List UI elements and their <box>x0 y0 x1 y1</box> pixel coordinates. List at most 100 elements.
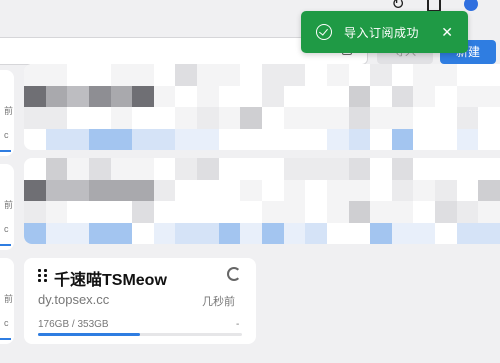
mosaic-tile <box>153 201 176 223</box>
mosaic-tile <box>456 179 479 202</box>
mosaic-tile <box>478 179 500 202</box>
mosaic-tile <box>391 158 414 180</box>
mosaic-tile <box>305 158 328 180</box>
mosaic-tile <box>413 201 436 223</box>
mosaic-tile <box>153 179 176 202</box>
mosaic-tile <box>391 64 414 86</box>
mosaic-tile <box>478 158 500 180</box>
mosaic-tile <box>67 201 90 223</box>
close-icon[interactable]: ✕ <box>441 24 453 41</box>
toast-message: 导入订阅成功 <box>344 25 420 40</box>
mosaic-tile <box>175 158 198 180</box>
mosaic-tile <box>456 158 479 180</box>
card-progress-bar <box>0 244 11 246</box>
mosaic-tile <box>283 222 306 244</box>
mosaic-tile <box>24 179 47 202</box>
updated-time: 几秒前 <box>202 296 235 308</box>
mosaic-tile <box>370 64 393 86</box>
mosaic-tile <box>88 64 112 86</box>
mosaic-tile <box>456 222 479 244</box>
mosaic-tile <box>175 64 198 86</box>
mosaic-tile <box>478 107 500 129</box>
mosaic-tile <box>110 107 133 129</box>
mosaic-tile <box>305 107 328 129</box>
mosaic-tile <box>283 107 306 129</box>
mosaic-tile <box>110 222 133 244</box>
mosaic-tile <box>262 85 285 108</box>
mosaic-tile <box>326 107 350 129</box>
mosaic-tile <box>435 201 458 223</box>
mosaic-tile <box>435 222 458 244</box>
mosaic-tile <box>132 222 155 244</box>
mosaic-tile <box>456 107 479 129</box>
mosaic-tile <box>153 158 176 180</box>
mosaic-tile <box>88 107 112 129</box>
mosaic-tile <box>413 107 436 129</box>
mosaic-tile <box>110 128 133 150</box>
mosaic-tile <box>24 85 47 108</box>
card-time-fragment: 前 <box>4 200 14 210</box>
mosaic-tile <box>132 201 155 223</box>
card-url-fragment: c <box>4 224 9 234</box>
profile-card-partial[interactable]: 前 c <box>0 164 14 250</box>
mosaic-tile <box>88 158 112 180</box>
mosaic-tile <box>283 158 306 180</box>
mosaic-tile <box>370 201 393 223</box>
mosaic-tile <box>305 201 328 223</box>
mosaic-tile <box>262 64 285 86</box>
success-toast: 导入订阅成功 ✕ <box>301 11 468 53</box>
mosaic-tile <box>370 107 393 129</box>
mosaic-tile <box>262 179 285 202</box>
card-url-fragment: c <box>4 130 9 140</box>
avatar-icon[interactable] <box>464 0 478 11</box>
mosaic-tile <box>413 158 436 180</box>
mosaic-tile <box>478 201 500 223</box>
mosaic-tile <box>153 85 176 108</box>
mosaic-tile <box>478 85 500 108</box>
mosaic-tile <box>391 128 414 150</box>
mosaic-tile <box>456 85 479 108</box>
mosaic-tile <box>110 201 133 223</box>
mosaic-tile <box>175 128 198 150</box>
mosaic-tile <box>262 158 285 180</box>
mosaic-tile <box>240 85 263 108</box>
mosaic-tile <box>370 128 393 150</box>
mosaic-tile <box>24 64 47 86</box>
mosaic-tile <box>24 107 47 129</box>
mosaic-tile <box>478 64 500 86</box>
mosaic-tile <box>326 158 350 180</box>
mosaic-tile <box>218 128 241 150</box>
mosaic-tile <box>67 179 90 202</box>
mosaic-tile <box>348 158 371 180</box>
profile-card-partial[interactable]: 前 c <box>0 258 14 344</box>
mosaic-tile <box>348 107 371 129</box>
mosaic-tile <box>153 107 176 129</box>
profile-card[interactable]: 千速喵TSMeow dy.topsex.cc 几秒前 176GB / 353GB… <box>24 258 256 344</box>
check-circle-icon <box>316 24 332 40</box>
mosaic-tile <box>24 128 47 150</box>
mosaic-tile <box>370 85 393 108</box>
mosaic-tile <box>218 201 241 223</box>
mosaic-tile <box>45 179 68 202</box>
mosaic-tile <box>132 158 155 180</box>
refresh-icon[interactable] <box>227 267 241 281</box>
mosaic-tile <box>132 64 155 86</box>
mosaic-tile <box>45 222 68 244</box>
mosaic-tile <box>88 179 112 202</box>
mosaic-tile <box>326 222 350 244</box>
mosaic-tile <box>435 158 458 180</box>
mosaic-tile <box>218 222 241 244</box>
mosaic-tile <box>218 179 241 202</box>
drag-handle-icon[interactable] <box>38 269 48 282</box>
mosaic-tile <box>67 222 90 244</box>
profile-card-partial[interactable]: 前 c <box>0 70 14 156</box>
usage-text: 176GB / 353GB <box>38 319 109 330</box>
mosaic-tile <box>218 158 241 180</box>
mosaic-tile <box>391 201 414 223</box>
mosaic-tile <box>240 64 263 86</box>
profile-url: dy.topsex.cc <box>38 292 110 307</box>
mosaic-tile <box>305 85 328 108</box>
mosaic-tile <box>45 128 68 150</box>
mosaic-tile <box>326 179 350 202</box>
mosaic-tile <box>218 107 241 129</box>
